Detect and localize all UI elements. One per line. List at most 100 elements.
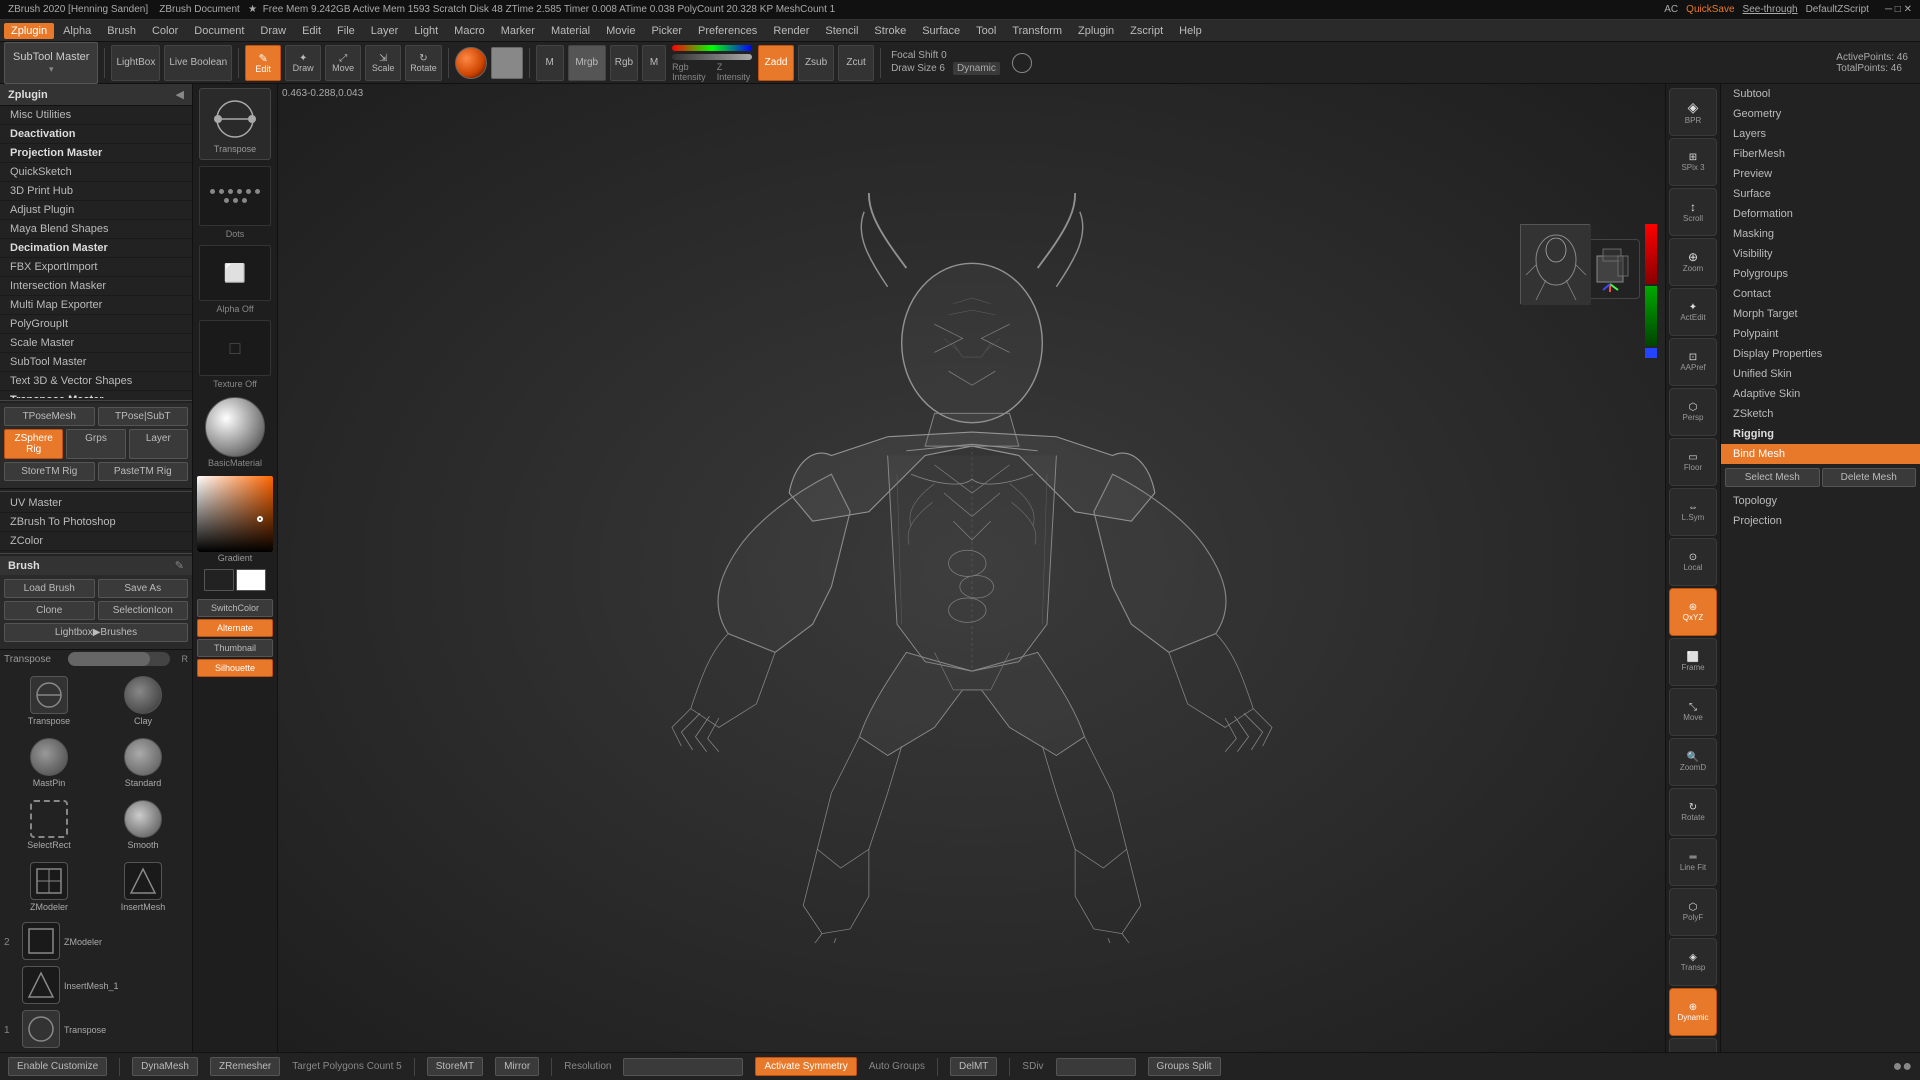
- zplugin-collapse[interactable]: ◀: [176, 88, 184, 101]
- polygroups-item[interactable]: Polygroups: [1721, 264, 1920, 284]
- zsketch-item[interactable]: ZSketch: [1721, 404, 1920, 424]
- menu-alpha[interactable]: Alpha: [56, 23, 98, 39]
- menu-light[interactable]: Light: [407, 23, 445, 39]
- bpr-btn[interactable]: ◈ BPR: [1669, 88, 1717, 136]
- brush-standard[interactable]: Standard: [98, 734, 188, 792]
- viewport[interactable]: 0.463-0.288,0.043: [278, 84, 1665, 1052]
- sdiv-slider[interactable]: [1056, 1058, 1136, 1076]
- unified-skin-item[interactable]: Unified Skin: [1721, 364, 1920, 384]
- zsphere-rig-btn[interactable]: ZSphere Rig: [4, 429, 63, 459]
- menu-tool[interactable]: Tool: [969, 23, 1003, 39]
- spix-btn[interactable]: ⊞ SPix 3: [1669, 138, 1717, 186]
- linefit-btn[interactable]: ═ Line Fit: [1669, 838, 1717, 886]
- plugin-maya[interactable]: Maya Blend Shapes: [0, 220, 192, 239]
- subtool-master-btn[interactable]: SubTool Master ▾: [4, 42, 98, 84]
- brush-clay[interactable]: Clay: [98, 672, 188, 730]
- menu-picker[interactable]: Picker: [644, 23, 689, 39]
- menu-material[interactable]: Material: [544, 23, 597, 39]
- brush-transpose[interactable]: Transpose: [4, 672, 94, 730]
- quicksave-btn[interactable]: QuickSave: [1686, 4, 1734, 15]
- delmt-btn[interactable]: DelMT: [950, 1057, 997, 1076]
- aapref-btn[interactable]: ⊡ AAPref: [1669, 338, 1717, 386]
- zsub-btn[interactable]: Zsub: [798, 45, 834, 81]
- draw-btn[interactable]: ✦ Draw: [285, 45, 321, 81]
- tpose-subt-btn[interactable]: TPose|SubT: [98, 407, 189, 426]
- texture-thumb[interactable]: □: [199, 320, 271, 376]
- polypaint-item[interactable]: Polypaint: [1721, 324, 1920, 344]
- live-boolean-btn[interactable]: Live Boolean: [164, 45, 232, 81]
- visibility-item[interactable]: Visibility: [1721, 244, 1920, 264]
- menu-stroke[interactable]: Stroke: [867, 23, 913, 39]
- fibermesh-item[interactable]: FiberMesh: [1721, 144, 1920, 164]
- menu-marker[interactable]: Marker: [494, 23, 542, 39]
- storetm-btn[interactable]: StoreTM Rig: [4, 462, 95, 481]
- clone-btn[interactable]: Clone: [4, 601, 95, 620]
- script-btn[interactable]: DefaultZScript: [1806, 4, 1869, 15]
- plugin-deactivation[interactable]: Deactivation: [0, 125, 192, 144]
- preview-item[interactable]: Preview: [1721, 164, 1920, 184]
- plugin-adjust[interactable]: Adjust Plugin: [0, 201, 192, 220]
- insertmesh2-row[interactable]: InsertMesh_1: [4, 966, 188, 1006]
- grps-btn[interactable]: Grps: [66, 429, 125, 459]
- tposemesh-btn[interactable]: TPoseMesh: [4, 407, 95, 426]
- subtool-item[interactable]: Subtool: [1721, 84, 1920, 104]
- contact-item[interactable]: Contact: [1721, 284, 1920, 304]
- menu-surface[interactable]: Surface: [915, 23, 967, 39]
- menu-macro[interactable]: Macro: [447, 23, 492, 39]
- mirror-btn[interactable]: Mirror: [495, 1057, 539, 1076]
- masking-item[interactable]: Masking: [1721, 224, 1920, 244]
- storemt-btn[interactable]: StoreMT: [427, 1057, 483, 1076]
- swatch-black[interactable]: [204, 569, 234, 591]
- transpose-slider[interactable]: [68, 652, 170, 666]
- m-toggle-btn[interactable]: M: [642, 45, 666, 81]
- menu-color[interactable]: Color: [145, 23, 185, 39]
- menu-brush[interactable]: Brush: [100, 23, 143, 39]
- move-btn-right[interactable]: ⤡ Move: [1669, 688, 1717, 736]
- menu-zplugin2[interactable]: Zplugin: [1071, 23, 1121, 39]
- brush-insertmesh[interactable]: InsertMesh: [98, 858, 188, 916]
- zoomd-btn[interactable]: 🔍 ZoomD: [1669, 738, 1717, 786]
- zoom-btn[interactable]: ⊕ Zoom: [1669, 238, 1717, 286]
- actedit-btn[interactable]: ✦ ActEdit: [1669, 288, 1717, 336]
- dynamic-label[interactable]: Dynamic: [953, 62, 1000, 75]
- zcut-btn[interactable]: Zcut: [838, 45, 874, 81]
- menu-zscript[interactable]: Zscript: [1123, 23, 1170, 39]
- menu-transform[interactable]: Transform: [1005, 23, 1069, 39]
- move-btn[interactable]: ⤢ Move: [325, 45, 361, 81]
- lightbox-brushes-btn[interactable]: Lightbox▶Brushes: [4, 623, 188, 642]
- m-btn[interactable]: M: [536, 45, 564, 81]
- local-btn[interactable]: ⊙ Local: [1669, 538, 1717, 586]
- select-mesh-btn[interactable]: Select Mesh: [1725, 468, 1820, 487]
- zremesher-btn[interactable]: ZRemesher: [210, 1057, 280, 1076]
- nav-cube[interactable]: [1580, 239, 1655, 319]
- silhouette-btn[interactable]: Silhouette: [197, 659, 273, 677]
- enable-customize-btn[interactable]: Enable Customize: [8, 1057, 107, 1076]
- plugin-scale[interactable]: Scale Master: [0, 334, 192, 353]
- resolution-slider[interactable]: [623, 1058, 743, 1076]
- scale-btn[interactable]: ⇲ Scale: [365, 45, 401, 81]
- zmodeler2-row[interactable]: 2 ZModeler: [4, 922, 188, 962]
- plugin-3dprint[interactable]: 3D Print Hub: [0, 182, 192, 201]
- brush-edit-icon[interactable]: ✎: [175, 559, 184, 572]
- alternate-btn[interactable]: Alternate: [197, 619, 273, 637]
- plugin-transpose[interactable]: Transpose Master: [0, 391, 192, 398]
- lightbox-btn[interactable]: LightBox: [111, 45, 160, 81]
- mrgb-btn[interactable]: Mrgb: [568, 45, 606, 81]
- secondary-color[interactable]: [491, 47, 523, 79]
- pastetm-btn[interactable]: PasteTM Rig: [98, 462, 189, 481]
- transpose3-row[interactable]: 1 Transpose: [4, 1010, 188, 1050]
- plugin-zbrushps[interactable]: ZBrush To Photoshop: [0, 513, 192, 532]
- menu-zplugin[interactable]: Zplugin: [4, 23, 54, 39]
- brush-zmodeler[interactable]: ZModeler: [4, 858, 94, 916]
- plugin-quicksketch[interactable]: QuickSketch: [0, 163, 192, 182]
- polyf-btn[interactable]: ⬡ PolyF: [1669, 888, 1717, 936]
- alpha-thumb[interactable]: ⬜: [199, 245, 271, 301]
- layers-item[interactable]: Layers: [1721, 124, 1920, 144]
- surface-item[interactable]: Surface: [1721, 184, 1920, 204]
- scroll-btn[interactable]: ↕ Scroll: [1669, 188, 1717, 236]
- plugin-subtoolmaster[interactable]: SubTool Master: [0, 353, 192, 372]
- load-brush-btn[interactable]: Load Brush: [4, 579, 95, 598]
- menu-render[interactable]: Render: [766, 23, 816, 39]
- edit-btn[interactable]: ✎ Edit: [245, 45, 281, 81]
- persp-btn[interactable]: ⬡ Persp: [1669, 388, 1717, 436]
